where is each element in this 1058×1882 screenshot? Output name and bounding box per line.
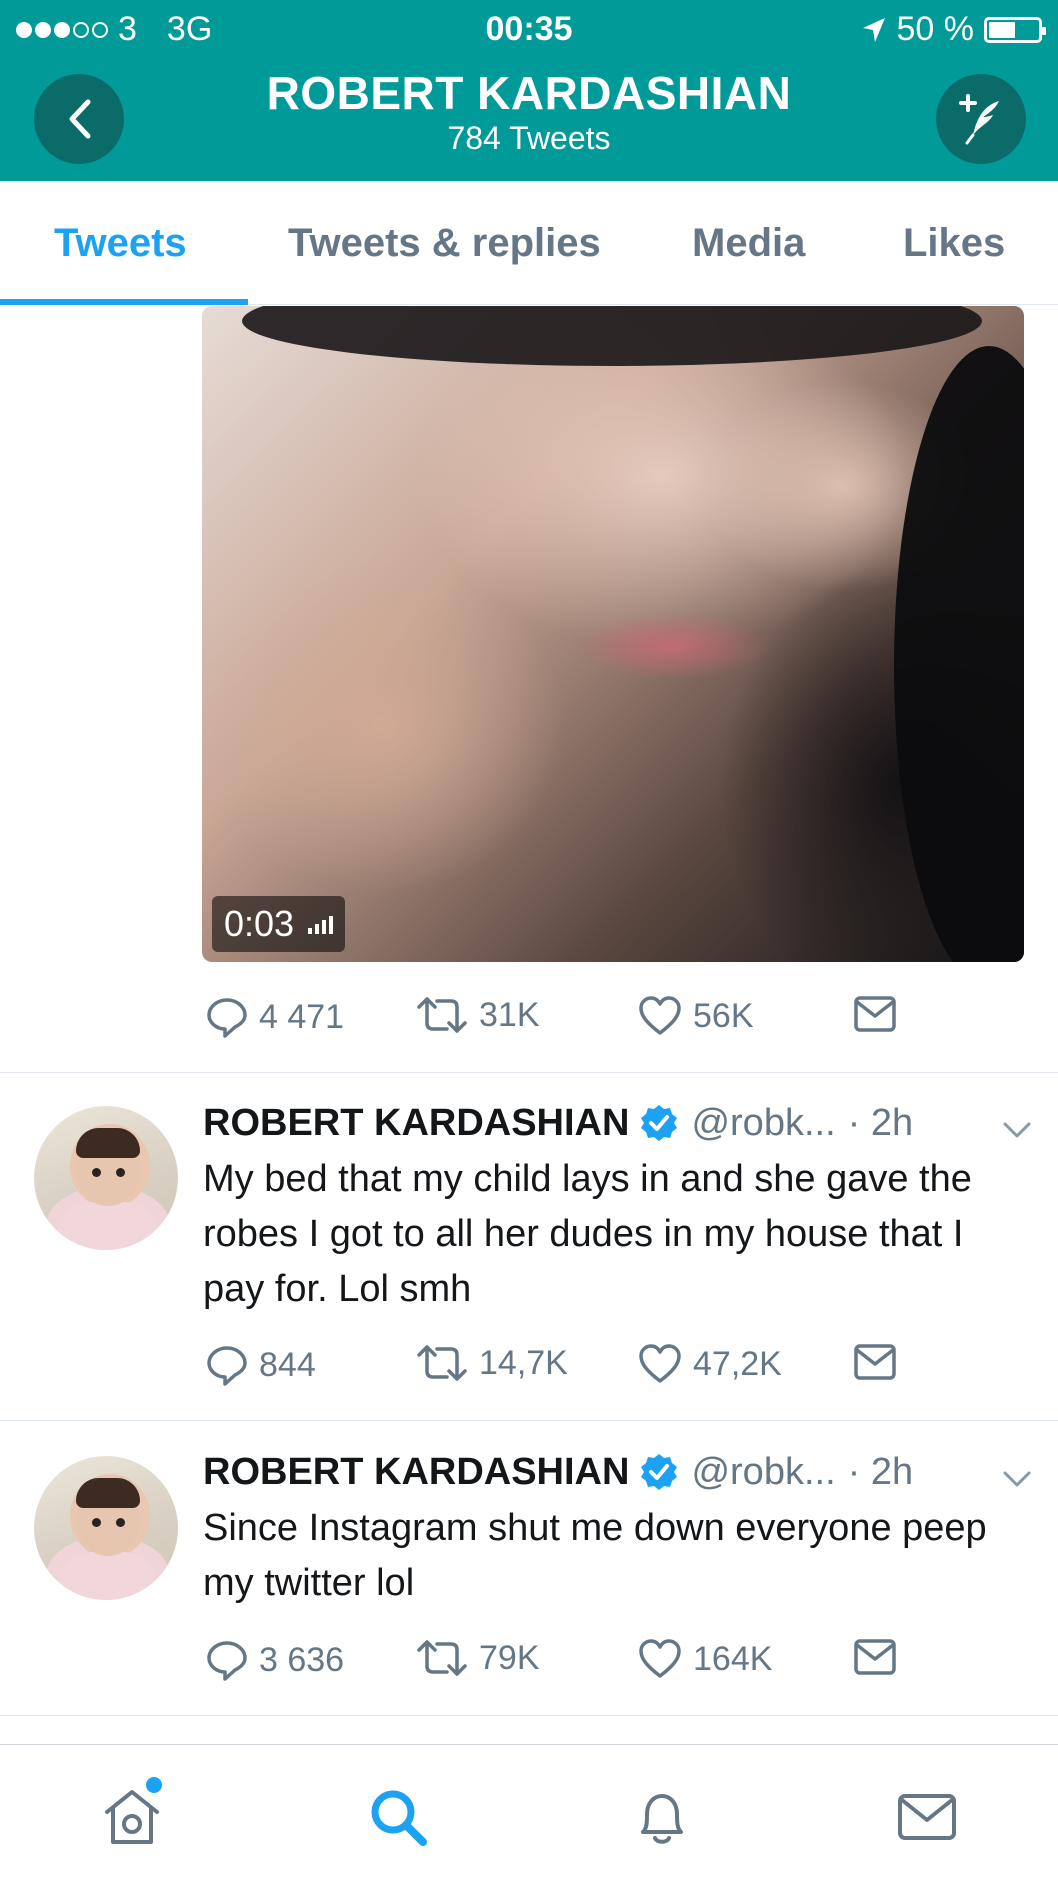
envelope-icon: [854, 1344, 896, 1380]
status-bar: 3 3G 00:35 50 %: [0, 8, 1058, 50]
avatar[interactable]: [34, 1106, 178, 1250]
tweet-divider: [0, 1420, 1058, 1421]
nav-messages[interactable]: [887, 1777, 967, 1857]
nav-home[interactable]: [92, 1777, 172, 1857]
heart-icon: [639, 1639, 681, 1678]
profile-tabs: Tweets Tweets & replies Media Likes: [0, 181, 1058, 305]
chevron-down-icon[interactable]: [1001, 1457, 1033, 1500]
reply-count: 3 636: [259, 1640, 345, 1679]
verified-badge-icon: [639, 1452, 679, 1492]
tweet-divider: [0, 1715, 1058, 1716]
retweet-count: 14,7K: [479, 1343, 568, 1382]
reply-icon: [207, 998, 247, 1038]
reply-button[interactable]: 4 471: [205, 995, 344, 1039]
tweet-time: · 2h: [847, 1450, 914, 1493]
tweet-actions: 844 14,7K 47,2K: [205, 1343, 1025, 1393]
like-button[interactable]: 56K: [637, 995, 754, 1037]
video-duration-badge: 0:03: [212, 896, 346, 952]
like-count: 164K: [693, 1639, 773, 1678]
tab-likes[interactable]: Likes: [903, 221, 1005, 266]
retweet-button[interactable]: 79K: [415, 1638, 540, 1678]
reply-icon: [207, 1641, 247, 1681]
retweet-icon: [417, 1345, 467, 1381]
retweet-count: 31K: [479, 995, 540, 1034]
profile-header: 3 3G 00:35 50 % ROBERT KARDASHIAN 784 Tw…: [0, 0, 1058, 181]
direct-message-button[interactable]: [853, 1638, 897, 1676]
active-tab-indicator: [0, 299, 248, 305]
tweet-count: 784 Tweets: [447, 120, 611, 156]
retweet-button[interactable]: 31K: [415, 995, 540, 1035]
reply-button[interactable]: 3 636: [205, 1638, 344, 1682]
like-button[interactable]: 47,2K: [637, 1343, 782, 1385]
notification-dot: [146, 1777, 162, 1793]
nav-search[interactable]: [358, 1777, 438, 1857]
battery-area: 50 %: [861, 10, 1046, 49]
reply-icon: [207, 1346, 247, 1386]
retweet-count: 79K: [479, 1638, 540, 1677]
reply-button[interactable]: 844: [205, 1343, 316, 1387]
reply-count: 4 471: [259, 997, 345, 1036]
tab-media[interactable]: Media: [692, 221, 805, 266]
envelope-icon: [854, 1639, 896, 1675]
nav-notifications[interactable]: [622, 1777, 702, 1857]
tweet-text: Since Instagram shut me down everyone pe…: [203, 1507, 987, 1604]
tweet-text: My bed that my child lays in and she gav…: [203, 1158, 972, 1310]
reply-count: 844: [259, 1345, 316, 1384]
like-count: 56K: [693, 996, 754, 1035]
video-duration: 0:03: [224, 903, 295, 944]
tab-tweets[interactable]: Tweets: [54, 221, 187, 266]
heart-icon: [639, 1344, 681, 1383]
mail-icon: [898, 1794, 956, 1840]
heart-icon: [639, 996, 681, 1035]
battery-icon: [984, 16, 1046, 43]
like-button[interactable]: 164K: [637, 1638, 772, 1680]
home-icon: [105, 1790, 159, 1844]
search-icon: [371, 1790, 427, 1846]
compose-feather-icon: [959, 94, 999, 145]
display-name[interactable]: ROBERT KARDASHIAN: [203, 1102, 629, 1145]
volume-icon: [308, 914, 334, 934]
tweet-actions: 3 636 79K 164K: [205, 1638, 1025, 1688]
avatar[interactable]: [34, 1456, 178, 1600]
display-name[interactable]: ROBERT KARDASHIAN: [203, 1451, 629, 1494]
chevron-down-icon[interactable]: [1001, 1108, 1033, 1151]
user-handle[interactable]: @robk...: [691, 1102, 835, 1145]
battery-percent: 50 %: [896, 10, 975, 48]
like-count: 47,2K: [693, 1344, 782, 1383]
tweet-divider: [0, 1072, 1058, 1073]
retweet-icon: [417, 997, 467, 1033]
user-handle[interactable]: @robk...: [691, 1451, 835, 1494]
tweet-header: ROBERT KARDASHIAN @robk... · 2h: [203, 1098, 1033, 1148]
retweet-icon: [417, 1640, 467, 1676]
tweet-time: · 2h: [847, 1101, 914, 1144]
location-arrow-icon: [862, 17, 885, 42]
bottom-tab-bar: [0, 1744, 1058, 1882]
tweet-header: ROBERT KARDASHIAN @robk... · 2h: [203, 1447, 1033, 1497]
verified-badge-icon: [639, 1103, 679, 1143]
retweet-button[interactable]: 14,7K: [415, 1343, 568, 1383]
envelope-icon: [854, 996, 896, 1032]
compose-tweet-button[interactable]: [936, 74, 1026, 164]
tweet-actions: 4 471 31K 56K: [205, 995, 1025, 1045]
video-thumbnail[interactable]: 0:03: [202, 306, 1024, 962]
tab-tweets-and-replies[interactable]: Tweets & replies: [288, 221, 601, 266]
bell-icon: [641, 1794, 683, 1844]
direct-message-button[interactable]: [853, 995, 897, 1033]
page-title: ROBERT KARDASHIAN: [266, 67, 792, 119]
direct-message-button[interactable]: [853, 1343, 897, 1381]
